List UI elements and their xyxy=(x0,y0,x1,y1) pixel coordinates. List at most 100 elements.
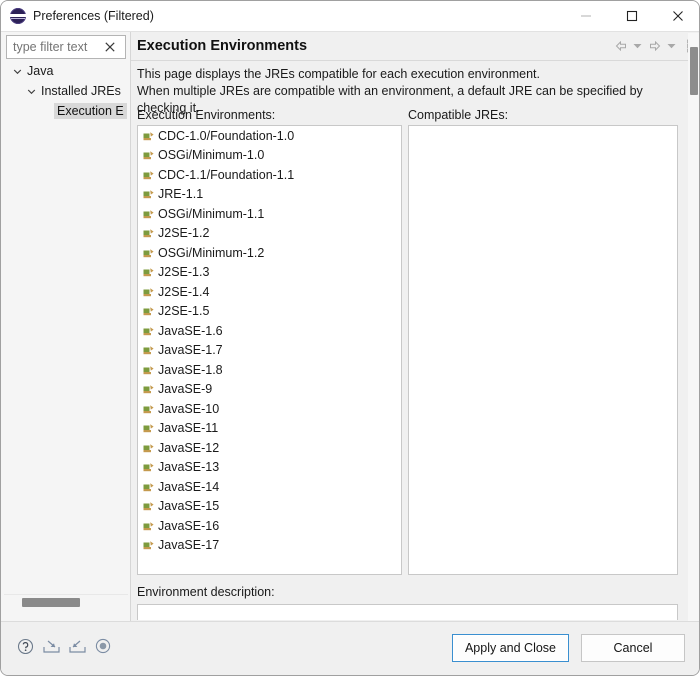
list-item[interactable]: OSGi/Minimum-1.0 xyxy=(138,146,401,166)
execution-environment-icon xyxy=(143,539,155,551)
sidebar-item-label: Execution E xyxy=(54,103,127,119)
execution-environment-icon xyxy=(143,266,155,278)
execution-environment-icon xyxy=(143,208,155,220)
minimize-icon[interactable] xyxy=(563,1,609,32)
apply-and-close-button[interactable]: Apply and Close xyxy=(451,634,569,662)
execution-environment-icon xyxy=(143,461,155,473)
page-title: Execution Environments xyxy=(137,38,308,54)
window-title: Preferences (Filtered) xyxy=(33,9,154,23)
list-item[interactable]: JavaSE-14 xyxy=(138,477,401,497)
list-item[interactable]: JavaSE-11 xyxy=(138,419,401,439)
sidebar-scrollbar-thumb[interactable] xyxy=(22,598,80,607)
list-item[interactable]: JavaSE-1.8 xyxy=(138,360,401,380)
list-item-label: JavaSE-13 xyxy=(158,460,220,475)
preferences-tree[interactable]: Java Installed JREs Execution E xyxy=(4,61,128,631)
chevron-down-icon[interactable] xyxy=(25,81,38,101)
list-item[interactable]: JavaSE-10 xyxy=(138,399,401,419)
execution-environment-icon xyxy=(143,227,155,239)
list-item-label: JavaSE-10 xyxy=(158,401,220,416)
sidebar-horizontal-scrollbar[interactable] xyxy=(4,594,128,609)
execution-environments-list[interactable]: CDC-1.0/Foundation-1.0 OSGi/Minimum-1.0 CD… xyxy=(137,125,402,575)
list-item[interactable]: JavaSE-16 xyxy=(138,516,401,536)
sidebar-item-execution-environments[interactable]: Execution E xyxy=(4,101,128,121)
export-icon[interactable] xyxy=(67,636,87,656)
filter-field-wrapper[interactable] xyxy=(6,35,126,59)
eclipse-icon xyxy=(10,8,26,24)
list-item[interactable]: JavaSE-1.7 xyxy=(138,341,401,361)
list-item[interactable]: JavaSE-15 xyxy=(138,497,401,517)
list-item[interactable]: JavaSE-9 xyxy=(138,380,401,400)
list-item-label: J2SE-1.2 xyxy=(158,226,210,241)
execution-environment-icon xyxy=(143,344,155,356)
list-item[interactable]: JRE-1.1 xyxy=(138,185,401,205)
chevron-down-icon[interactable] xyxy=(11,61,24,81)
description-line-1: This page displays the JREs compatible f… xyxy=(137,67,540,81)
list-item-label: JavaSE-15 xyxy=(158,499,220,514)
list-item-label: JavaSE-11 xyxy=(158,421,219,436)
import-icon[interactable] xyxy=(41,636,61,656)
dialog-action-buttons: Apply and Close Cancel xyxy=(451,634,685,662)
list-item[interactable]: JavaSE-17 xyxy=(138,536,401,556)
execution-environment-icon xyxy=(143,500,155,512)
dialog-tool-icons xyxy=(15,636,113,656)
restore-defaults-icon[interactable] xyxy=(93,636,113,656)
list-item[interactable]: OSGi/Minimum-1.2 xyxy=(138,243,401,263)
execution-environment-icon xyxy=(143,286,155,298)
window-controls xyxy=(563,1,699,32)
list-item-label: JavaSE-14 xyxy=(158,479,220,494)
cancel-button[interactable]: Cancel xyxy=(581,634,685,662)
forward-arrow-icon[interactable] xyxy=(647,37,662,55)
clear-filter-icon[interactable] xyxy=(99,36,121,58)
list-item-label: OSGi/Minimum-1.2 xyxy=(158,245,265,260)
title-bar: Preferences (Filtered) xyxy=(1,1,699,32)
maximize-icon[interactable] xyxy=(609,1,655,32)
list-item[interactable]: JavaSE-12 xyxy=(138,438,401,458)
list-item-label: OSGi/Minimum-1.1 xyxy=(158,206,265,221)
execution-environment-icon xyxy=(143,383,155,395)
preferences-sidebar: Java Installed JREs Execution E xyxy=(1,32,130,631)
list-item-label: J2SE-1.3 xyxy=(158,265,210,280)
list-item[interactable]: J2SE-1.5 xyxy=(138,302,401,322)
sidebar-item-java[interactable]: Java xyxy=(4,61,128,81)
execution-environment-icon xyxy=(143,149,155,161)
list-item-label: CDC-1.0/Foundation-1.0 xyxy=(158,128,295,143)
list-item-label: OSGi/Minimum-1.0 xyxy=(158,148,265,163)
list-item[interactable]: OSGi/Minimum-1.1 xyxy=(138,204,401,224)
sidebar-item-installed-jres[interactable]: Installed JREs xyxy=(4,81,128,101)
list-item-label: JavaSE-1.6 xyxy=(158,323,223,338)
page-scrollbar-thumb[interactable] xyxy=(690,47,698,95)
list-item[interactable]: J2SE-1.3 xyxy=(138,263,401,283)
execution-environment-icon xyxy=(143,130,155,142)
execution-environment-icon xyxy=(143,520,155,532)
help-icon[interactable] xyxy=(15,636,35,656)
compatible-jres-label: Compatible JREs: xyxy=(408,108,509,122)
execution-environment-icon xyxy=(143,305,155,317)
list-item-label: JavaSE-17 xyxy=(158,538,220,553)
list-item[interactable]: J2SE-1.2 xyxy=(138,224,401,244)
list-item[interactable]: J2SE-1.4 xyxy=(138,282,401,302)
search-input[interactable] xyxy=(7,37,99,57)
list-item[interactable]: CDC-1.1/Foundation-1.1 xyxy=(138,165,401,185)
back-dropdown-icon[interactable] xyxy=(630,37,645,55)
sidebar-item-label: Installed JREs xyxy=(41,84,121,98)
close-icon[interactable] xyxy=(655,1,699,32)
list-item[interactable]: JavaSE-1.6 xyxy=(138,321,401,341)
execution-environment-icon xyxy=(143,403,155,415)
execution-environment-icon xyxy=(143,422,155,434)
preferences-dialog: Preferences (Filtered) type filter text … xyxy=(0,0,700,676)
page-header: Execution Environments xyxy=(131,32,699,60)
forward-dropdown-icon[interactable] xyxy=(664,37,679,55)
list-item[interactable]: CDC-1.0/Foundation-1.0 xyxy=(138,126,401,146)
list-item-label: J2SE-1.4 xyxy=(158,284,210,299)
execution-environments-label: Execution Environments: xyxy=(137,108,276,122)
list-item-label: JavaSE-12 xyxy=(158,440,220,455)
compatible-jres-list[interactable] xyxy=(408,125,678,575)
execution-environment-icon xyxy=(143,325,155,337)
execution-environment-icon xyxy=(143,188,155,200)
page-vertical-scrollbar[interactable] xyxy=(688,33,699,621)
list-item-label: JRE-1.1 xyxy=(158,187,204,202)
list-item-label: JavaSE-9 xyxy=(158,382,213,397)
back-arrow-icon[interactable] xyxy=(613,37,628,55)
sidebar-item-label: Java xyxy=(27,64,54,78)
list-item[interactable]: JavaSE-13 xyxy=(138,458,401,478)
